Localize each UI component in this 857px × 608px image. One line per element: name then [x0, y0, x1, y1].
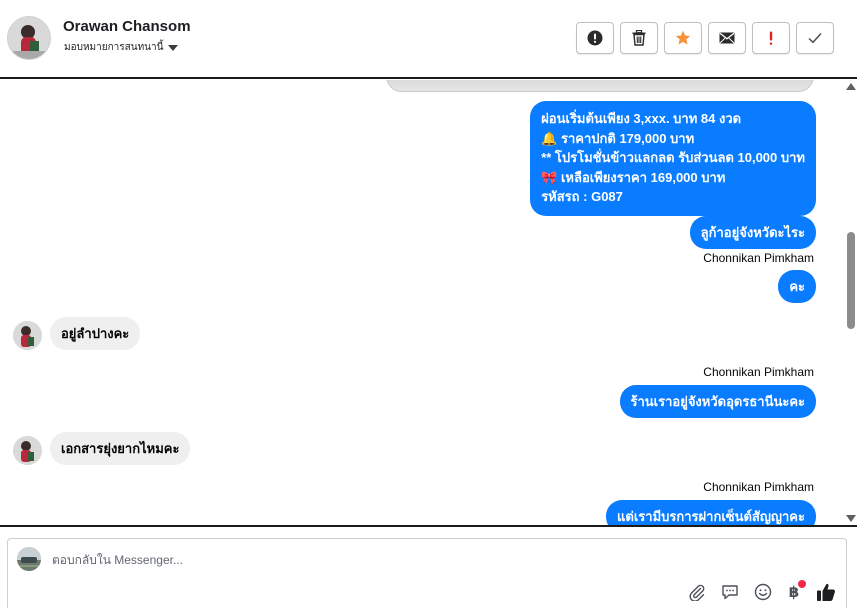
incoming-message[interactable]: เอกสารยุ่งยากไหมคะ	[50, 432, 191, 465]
alert-circle-icon	[587, 30, 603, 46]
check-icon	[808, 32, 822, 44]
outgoing-message[interactable]: แต่เรามีบรการฝากเซ็นต์สัญญาคะ	[606, 500, 816, 525]
mark-spam-button[interactable]	[576, 22, 614, 54]
contact-name[interactable]: Orawan Chansom	[63, 18, 191, 35]
promo-line: รหัสรถ : G087	[541, 189, 623, 204]
assign-label: มอบหมายการสนทนานี้	[64, 42, 164, 53]
divider	[0, 525, 857, 527]
mark-done-button[interactable]	[796, 22, 834, 54]
delete-button[interactable]	[620, 22, 658, 54]
promo-line: ผ่อนเริ่มต้นเพียง 3,xxx. บาท 84 งวด	[541, 111, 742, 126]
smiley-icon	[754, 583, 772, 601]
page-avatar	[17, 547, 41, 571]
contact-avatar-small[interactable]	[13, 436, 42, 465]
contact-avatar-small[interactable]	[13, 321, 42, 350]
sender-name: Chonnikan Pimkham	[703, 251, 814, 265]
thumbs-up-icon	[817, 583, 835, 601]
outgoing-message[interactable]: ร้านเราอยู่จังหวัดอุดรธานีนะคะ	[619, 385, 816, 418]
exclamation-icon	[769, 31, 773, 45]
star-icon	[675, 30, 691, 45]
outgoing-message[interactable]: ลูก้าอยู่จังหวัดะไระ	[689, 216, 816, 249]
caret-down-icon	[168, 44, 179, 51]
scroll-down-arrow-icon[interactable]	[846, 515, 856, 522]
notification-dot	[798, 580, 806, 588]
scrollbar[interactable]	[844, 80, 857, 525]
like-button[interactable]	[815, 581, 837, 603]
attach-button[interactable]	[686, 581, 708, 603]
header-actions	[576, 22, 834, 54]
trash-icon	[632, 30, 646, 46]
message-thread[interactable]: ผ่อนเริ่มต้นเพียง 3,xxx. บาท 84 งวด 🔔 รา…	[0, 80, 857, 525]
promo-line: 🎀 เหลือเพียงราคา 169,000 บาท	[541, 169, 726, 185]
paperclip-icon	[689, 584, 705, 601]
reply-input[interactable]	[52, 549, 672, 571]
assign-conversation-dropdown[interactable]: มอบหมายการสนทนานี้	[64, 40, 179, 55]
envelope-icon	[719, 32, 735, 44]
outgoing-message-promo[interactable]: ผ่อนเริ่มต้นเพียง 3,xxx. บาท 84 งวด 🔔 รา…	[530, 101, 816, 216]
mark-unread-button[interactable]	[708, 22, 746, 54]
promo-line: ** โปรโมชั่นข้าวแลกลด รับส่วนลด 10,000 บ…	[541, 150, 805, 165]
scrollbar-thumb[interactable]	[847, 232, 855, 329]
image-attachment[interactable]	[386, 80, 814, 92]
speech-bubble-icon	[722, 585, 738, 600]
promo-line: 🔔 ราคาปกติ 179,000 บาท	[541, 130, 695, 146]
follow-up-button[interactable]	[752, 22, 790, 54]
conversation-header: Orawan Chansom มอบหมายการสนทนานี้	[0, 0, 857, 79]
star-button[interactable]	[664, 22, 702, 54]
payment-button[interactable]: ฿	[783, 580, 806, 603]
saved-replies-button[interactable]	[719, 581, 741, 603]
outgoing-message[interactable]: คะ	[778, 270, 816, 303]
incoming-message[interactable]: อยู่ลำปางคะ	[50, 317, 141, 350]
sender-name: Chonnikan Pimkham	[703, 480, 814, 494]
emoji-button[interactable]	[752, 581, 774, 603]
sender-name: Chonnikan Pimkham	[703, 365, 814, 379]
reply-composer: ฿	[7, 538, 847, 608]
scroll-up-arrow-icon[interactable]	[846, 83, 856, 90]
contact-avatar[interactable]	[7, 16, 51, 60]
